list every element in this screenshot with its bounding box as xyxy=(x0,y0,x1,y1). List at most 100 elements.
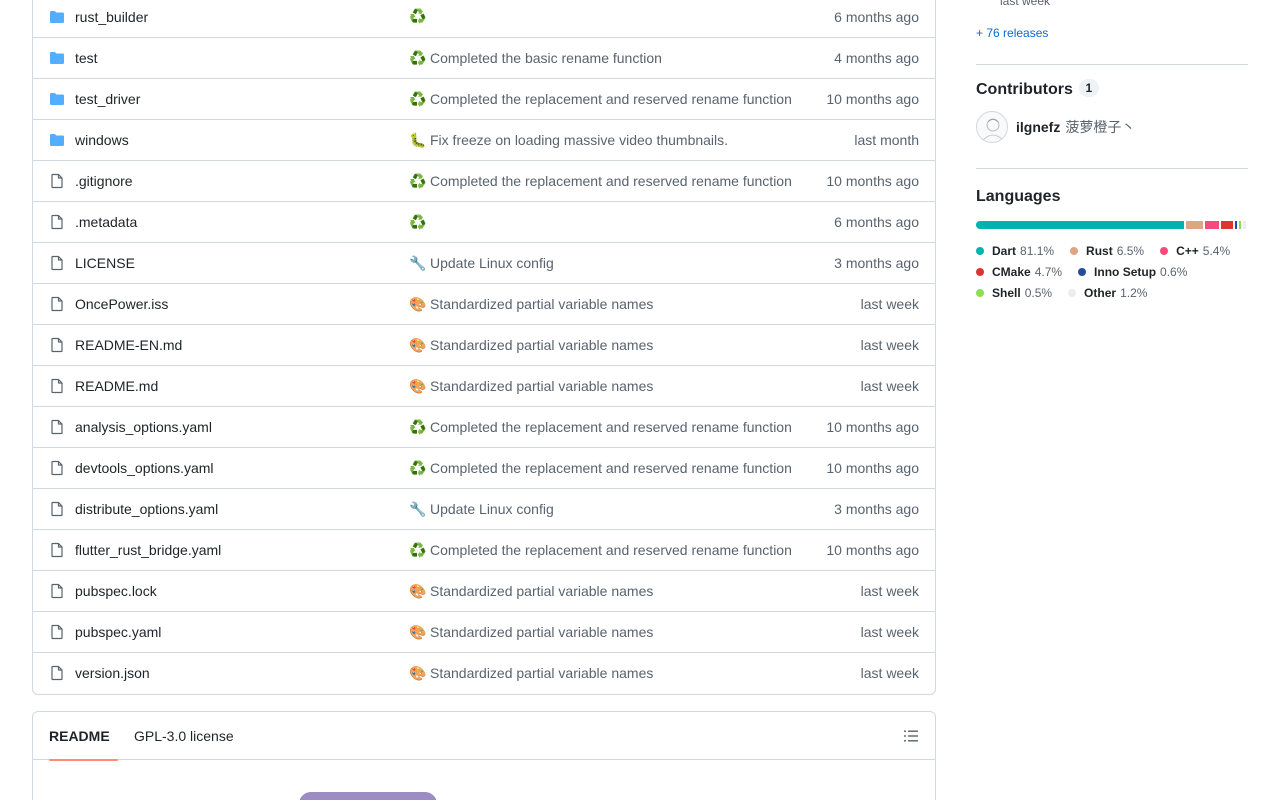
commit-age[interactable]: 10 months ago xyxy=(826,91,919,107)
commit-emoji-icon: 🎨 xyxy=(409,664,427,681)
commit-message-link[interactable]: 🎨 Standardized partial variable names xyxy=(409,624,799,641)
contributors-heading[interactable]: Contributors 1 xyxy=(976,79,1099,99)
file-name-link[interactable]: pubspec.lock xyxy=(75,583,157,599)
avatar[interactable] xyxy=(976,111,1008,143)
file-name-link[interactable]: version.json xyxy=(75,665,150,681)
file-row[interactable]: OncePower.iss 🎨 Standardized partial varia… xyxy=(33,283,935,324)
language-percent: 5.4% xyxy=(1202,243,1231,258)
commit-age[interactable]: 10 months ago xyxy=(826,542,919,558)
language-percent: 6.5% xyxy=(1116,243,1145,258)
table-of-contents-icon[interactable] xyxy=(903,728,919,744)
commit-message-link[interactable]: 🎨 Standardized partial variable names xyxy=(409,583,799,600)
commit-age[interactable]: last week xyxy=(861,583,919,599)
language-item[interactable]: C++ 5.4% xyxy=(1160,240,1230,261)
language-item[interactable]: Rust 6.5% xyxy=(1070,240,1144,261)
commit-age[interactable]: 10 months ago xyxy=(826,460,919,476)
language-item[interactable]: Shell 0.5% xyxy=(976,282,1052,303)
language-item[interactable]: Dart 81.1% xyxy=(976,240,1054,261)
file-row[interactable]: flutter_rust_bridge.yaml ♻️ Completed the … xyxy=(33,529,935,570)
commit-age[interactable]: 4 months ago xyxy=(834,50,919,66)
commit-age[interactable]: 10 months ago xyxy=(826,419,919,435)
commit-emoji-icon: ♻️ xyxy=(409,172,427,189)
commit-message-link[interactable]: 🔧 Update Linux config xyxy=(409,501,799,518)
commit-message-link[interactable]: ♻️ Completed the basic rename function xyxy=(409,50,799,67)
file-name-link[interactable]: devtools_options.yaml xyxy=(75,460,214,476)
commit-message-link[interactable]: ♻️ Completed the replacement and reserved… xyxy=(409,419,799,436)
commit-message-link[interactable]: ♻️ Completed the replacement and reserved… xyxy=(409,91,799,108)
file-name-link[interactable]: README-EN.md xyxy=(75,337,182,353)
commit-message-link[interactable]: 🎨 Standardized partial variable names xyxy=(409,378,799,395)
contributor-item[interactable]: ilgnefz 菠萝橙子丶 xyxy=(976,111,1135,143)
file-name-link[interactable]: .gitignore xyxy=(75,173,133,189)
file-row[interactable]: test ♻️ Completed the basic rename functio… xyxy=(33,37,935,78)
file-name-link[interactable]: windows xyxy=(75,132,129,148)
tab-readme[interactable]: README xyxy=(49,712,118,761)
commit-message-link[interactable]: 🎨 Standardized partial variable names xyxy=(409,665,799,682)
file-name-link[interactable]: test xyxy=(75,50,98,66)
file-name-link[interactable]: README.md xyxy=(75,378,158,394)
commit-age[interactable]: 3 months ago xyxy=(834,255,919,271)
file-name-link[interactable]: pubspec.yaml xyxy=(75,624,161,640)
commit-message-link[interactable]: 🎨 Standardized partial variable names xyxy=(409,337,799,354)
commit-message-text: Completed the replacement and reserved r… xyxy=(430,172,792,189)
commit-age[interactable]: 6 months ago xyxy=(834,9,919,25)
language-bar-segment[interactable] xyxy=(1238,221,1241,229)
language-bar-segment[interactable] xyxy=(1186,221,1203,229)
commit-message-link[interactable]: ♻️ xyxy=(409,8,799,25)
file-row[interactable]: test_driver ♻️ Completed the replacement a… xyxy=(33,78,935,119)
commit-age[interactable]: last week xyxy=(861,296,919,312)
file-name-link[interactable]: flutter_rust_bridge.yaml xyxy=(75,542,221,558)
file-row[interactable]: pubspec.yaml 🎨 Standardized partial variab… xyxy=(33,611,935,652)
file-name-link[interactable]: rust_builder xyxy=(75,9,148,25)
file-row[interactable]: README-EN.md 🎨 Standardized partial variab… xyxy=(33,324,935,365)
releases-link[interactable]: + 76 releases xyxy=(976,26,1048,40)
commit-message-link[interactable]: ♻️ Completed the replacement and reserved… xyxy=(409,542,799,559)
language-bar-segment[interactable] xyxy=(976,221,1185,229)
commit-emoji-icon: ♻️ xyxy=(409,90,427,107)
file-row[interactable]: LICENSE 🔧 Update Linux config 3 months ago xyxy=(33,242,935,283)
file-row[interactable]: analysis_options.yaml ♻️ Completed the rep… xyxy=(33,406,935,447)
file-name-link[interactable]: LICENSE xyxy=(75,255,135,271)
commit-age[interactable]: 10 months ago xyxy=(826,173,919,189)
commit-age[interactable]: last month xyxy=(854,132,919,148)
language-bar-segment[interactable] xyxy=(1220,221,1233,229)
commit-message-link[interactable]: 🎨 Standardized partial variable names xyxy=(409,296,799,313)
commit-age[interactable]: 6 months ago xyxy=(834,214,919,230)
file-row[interactable]: .metadata ♻️ 6 months ago xyxy=(33,201,935,242)
file-row[interactable]: .gitignore ♻️ Completed the replacement an… xyxy=(33,160,935,201)
file-name-link[interactable]: distribute_options.yaml xyxy=(75,501,218,517)
language-item[interactable]: Other 1.2% xyxy=(1068,282,1147,303)
language-item[interactable]: Inno Setup 0.6% xyxy=(1078,261,1187,282)
file-row[interactable]: distribute_options.yaml 🔧 Update Linux con… xyxy=(33,488,935,529)
commit-message-link[interactable]: ♻️ Completed the replacement and reserved… xyxy=(409,460,799,477)
file-row[interactable]: version.json 🎨 Standardized partial variab… xyxy=(33,652,935,693)
language-item[interactable]: CMake 4.7% xyxy=(976,261,1062,282)
commit-age[interactable]: 3 months ago xyxy=(834,501,919,517)
commit-message-text: Standardized partial variable names xyxy=(430,582,654,599)
language-bar-segment[interactable] xyxy=(1204,221,1219,229)
language-bar-segment[interactable] xyxy=(1242,221,1246,229)
file-row[interactable]: windows 🐛 Fix freeze on loading massive vi… xyxy=(33,119,935,160)
file-row[interactable]: rust_builder ♻️ 6 months ago xyxy=(33,0,935,37)
commit-age[interactable]: last week xyxy=(861,337,919,353)
tab-license[interactable]: GPL-3.0 license xyxy=(134,712,234,760)
commit-age[interactable]: last week xyxy=(861,624,919,640)
commit-message-link[interactable]: ♻️ Completed the replacement and reserved… xyxy=(409,173,799,190)
file-name-link[interactable]: OncePower.iss xyxy=(75,296,168,312)
file-row[interactable]: devtools_options.yaml ♻️ Completed the rep… xyxy=(33,447,935,488)
file-name-link[interactable]: .metadata xyxy=(75,214,137,230)
commit-message-link[interactable]: 🔧 Update Linux config xyxy=(409,255,799,272)
commit-message-text: Standardized partial variable names xyxy=(430,664,654,681)
commit-emoji-icon: 🎨 xyxy=(409,377,427,394)
commit-age[interactable]: last week xyxy=(861,665,919,681)
file-icon xyxy=(49,542,65,558)
commit-age[interactable]: last week xyxy=(861,378,919,394)
file-row[interactable]: README.md 🎨 Standardized partial variable … xyxy=(33,365,935,406)
commit-message-link[interactable]: 🐛 Fix freeze on loading massive video thu… xyxy=(409,132,799,149)
commit-message-link[interactable]: ♻️ xyxy=(409,214,799,231)
file-name-link[interactable]: analysis_options.yaml xyxy=(75,419,212,435)
language-bar-segment[interactable] xyxy=(1234,221,1237,229)
file-name-link[interactable]: test_driver xyxy=(75,91,140,107)
file-row[interactable]: pubspec.lock 🎨 Standardized partial variab… xyxy=(33,570,935,611)
contributor-login[interactable]: ilgnefz xyxy=(1016,119,1060,135)
